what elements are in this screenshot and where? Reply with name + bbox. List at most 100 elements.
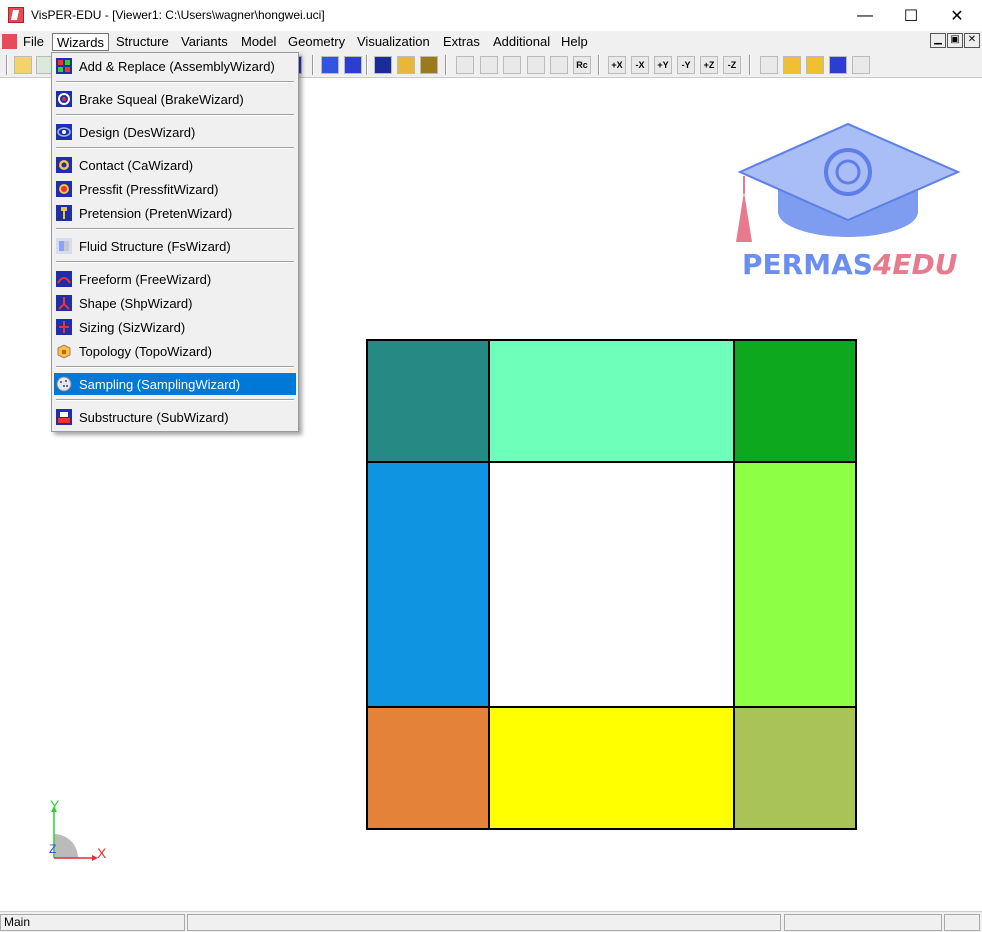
menu-item-fluid-structure-wizard[interactable]: Fluid Structure (FsWizard) — [54, 235, 296, 257]
menu-item-brake-wizard[interactable]: Brake Squeal (BrakeWizard) — [54, 88, 296, 110]
menu-help[interactable]: Help — [557, 33, 592, 51]
toolbar-separator — [366, 55, 368, 75]
menu-item-contact-wizard[interactable]: Contact (CaWizard) — [54, 154, 296, 176]
minimize-button[interactable]: — — [842, 0, 888, 31]
menu-geometry[interactable]: Geometry — [284, 33, 349, 51]
mdi-close-button[interactable]: ✕ — [964, 33, 980, 48]
y-axis-label: Y — [50, 797, 60, 813]
menu-item-sizing-wizard[interactable]: Sizing (SizWizard) — [54, 316, 296, 338]
menu-wizards[interactable]: Wizards — [52, 33, 109, 51]
window-title: VisPER-EDU - [Viewer1: C:\Users\wagner\h… — [31, 8, 325, 22]
toolbar-separator — [6, 55, 8, 75]
menu-variants[interactable]: Variants — [177, 33, 232, 51]
topology-icon — [56, 343, 72, 359]
document-icon[interactable] — [2, 34, 17, 49]
menu-separator — [56, 399, 294, 401]
freeform-icon — [56, 271, 72, 287]
view-plus-z-button[interactable]: +Z — [700, 56, 718, 74]
mdi-controls: ▁ ▣ ✕ — [930, 33, 980, 48]
menu-additional[interactable]: Additional — [489, 33, 554, 51]
fluid-structure-icon — [56, 238, 72, 254]
menu-item-topology-wizard[interactable]: Topology (TopoWizard) — [54, 340, 296, 362]
menu-separator — [56, 81, 294, 83]
menu-separator — [56, 147, 294, 149]
assembly-icon — [56, 58, 72, 74]
zoom-in-icon[interactable] — [480, 56, 498, 74]
mdi-restore-button[interactable]: ▣ — [947, 33, 963, 48]
x-axis-label: X — [97, 845, 107, 861]
shape-icon — [56, 295, 72, 311]
menu-item-pretension-wizard[interactable]: Pretension (PretenWizard) — [54, 202, 296, 224]
zoom-out-icon[interactable] — [503, 56, 521, 74]
menu-separator — [56, 228, 294, 230]
menu-item-shape-wizard[interactable]: Shape (ShpWizard) — [54, 292, 296, 314]
chart-icon[interactable] — [321, 56, 339, 74]
menu-item-pressfit-wizard[interactable]: Pressfit (PressfitWizard) — [54, 178, 296, 200]
status-info — [784, 914, 942, 931]
render-icon[interactable] — [397, 56, 415, 74]
substructure-icon — [56, 409, 72, 425]
status-bar: Main — [0, 911, 982, 932]
display-icon[interactable] — [420, 56, 438, 74]
open-file-icon[interactable] — [14, 56, 32, 74]
zoom-window-icon[interactable] — [527, 56, 545, 74]
menu-separator — [56, 261, 294, 263]
status-extra — [944, 914, 980, 931]
menu-item-assembly-wizard[interactable]: Add & Replace (AssemblyWizard) — [54, 55, 296, 77]
sizing-icon — [56, 319, 72, 335]
menu-separator — [56, 366, 294, 368]
wizards-dropdown-menu: Add & Replace (AssemblyWizard) Brake Squ… — [51, 52, 299, 432]
close-button[interactable]: ✕ — [934, 0, 980, 31]
menu-structure[interactable]: Structure — [112, 33, 173, 51]
pan-icon[interactable] — [550, 56, 568, 74]
pressfit-icon — [56, 181, 72, 197]
element-top-middle[interactable] — [488, 339, 735, 463]
element-bottom-left[interactable] — [366, 706, 490, 830]
pick-icon[interactable] — [829, 56, 847, 74]
view-plus-y-button[interactable]: +Y — [654, 56, 672, 74]
menu-file[interactable]: File — [19, 33, 48, 51]
logo-text: PERMAS4EDU — [742, 248, 958, 281]
model-hole — [488, 461, 735, 708]
toolbar-separator — [445, 55, 447, 75]
fit-all-icon[interactable] — [456, 56, 474, 74]
select-arrow-icon[interactable] — [760, 56, 778, 74]
sampling-icon — [56, 376, 72, 392]
status-mode: Main — [0, 914, 185, 931]
toolbar-separator — [598, 55, 600, 75]
brake-icon — [56, 91, 72, 107]
edit-view-icon[interactable] — [344, 56, 362, 74]
element-bottom-middle[interactable] — [488, 706, 735, 830]
pretension-icon — [56, 205, 72, 221]
menu-item-freeform-wizard[interactable]: Freeform (FreeWizard) — [54, 268, 296, 290]
toolbar-separator — [749, 55, 751, 75]
element-middle-right[interactable] — [733, 461, 857, 708]
menu-item-design-wizard[interactable]: Design (DesWizard) — [54, 121, 296, 143]
edit-icon[interactable] — [806, 56, 824, 74]
pencil-icon[interactable] — [783, 56, 801, 74]
view-minus-x-button[interactable]: -X — [631, 56, 649, 74]
menu-model[interactable]: Model — [237, 33, 280, 51]
mesh-icon[interactable] — [852, 56, 870, 74]
menu-item-substructure-wizard[interactable]: Substructure (SubWizard) — [54, 406, 296, 428]
maximize-button[interactable]: ☐ — [888, 0, 934, 31]
menu-visualization[interactable]: Visualization — [353, 33, 434, 51]
title-bar: VisPER-EDU - [Viewer1: C:\Users\wagner\h… — [0, 0, 982, 31]
menu-bar: File Wizards Structure Variants Model Ge… — [0, 31, 982, 52]
view-minus-z-button[interactable]: -Z — [723, 56, 741, 74]
view-plus-x-button[interactable]: +X — [608, 56, 626, 74]
element-bottom-right[interactable] — [733, 706, 857, 830]
element-top-left[interactable] — [366, 339, 490, 463]
menu-item-sampling-wizard[interactable]: Sampling (SamplingWizard) — [54, 373, 296, 395]
camera-icon[interactable] — [374, 56, 392, 74]
menu-extras[interactable]: Extras — [439, 33, 484, 51]
view-minus-y-button[interactable]: -Y — [677, 56, 695, 74]
element-top-right[interactable] — [733, 339, 857, 463]
contact-icon — [56, 157, 72, 173]
rotation-center-icon[interactable]: Rc — [573, 56, 591, 74]
app-icon[interactable] — [8, 7, 24, 23]
element-middle-left[interactable] — [366, 461, 490, 708]
fe-model[interactable] — [366, 339, 860, 833]
mdi-minimize-button[interactable]: ▁ — [930, 33, 946, 48]
status-message — [187, 914, 781, 931]
